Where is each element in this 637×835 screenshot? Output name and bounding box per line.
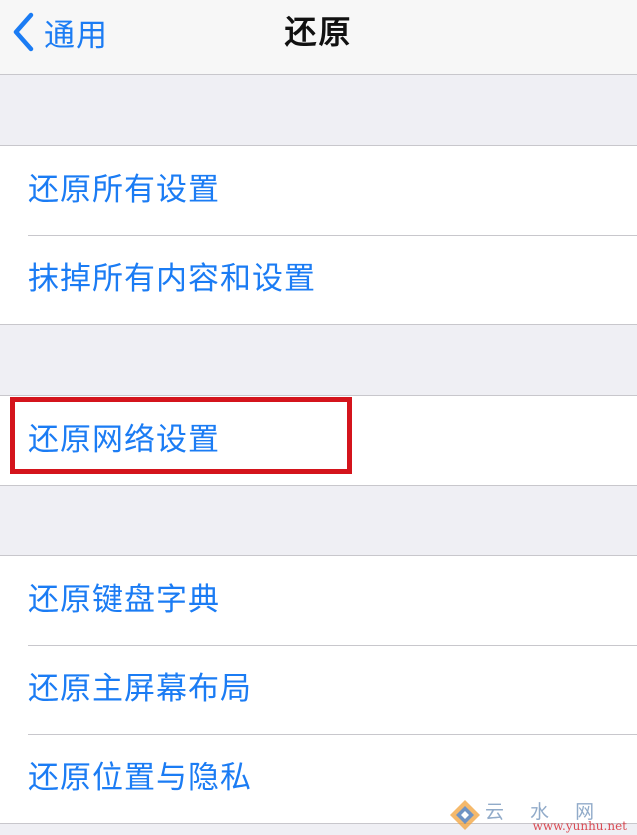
list-item-label: 还原主屏幕布局 <box>28 671 252 707</box>
list-item-label: 还原所有设置 <box>28 172 220 208</box>
list-item-reset-home-screen-layout[interactable]: 还原主屏幕布局 <box>0 645 637 734</box>
list-item-reset-all-settings[interactable]: 还原所有设置 <box>0 146 637 235</box>
reset-group-1: 还原所有设置 抹掉所有内容和设置 <box>0 145 637 325</box>
list-item-label: 还原网络设置 <box>28 422 220 458</box>
list-item-erase-all-content[interactable]: 抹掉所有内容和设置 <box>0 235 637 324</box>
list-item-label: 还原位置与隐私 <box>28 760 252 796</box>
watermark-logo-icon <box>449 799 481 835</box>
reset-group-2: 还原网络设置 <box>0 395 637 486</box>
page-title: 还原 <box>284 13 353 51</box>
watermark-url: www.yunhu.net <box>532 819 627 833</box>
watermark: 云 水 网 www.yunhu.net <box>449 795 629 835</box>
list-item-label: 还原键盘字典 <box>28 582 220 618</box>
reset-group-3: 还原键盘字典 还原主屏幕布局 还原位置与隐私 <box>0 555 637 824</box>
list-item-reset-keyboard-dictionary[interactable]: 还原键盘字典 <box>0 556 637 645</box>
list-item-reset-network-settings[interactable]: 还原网络设置 <box>0 396 637 485</box>
list-item-label: 抹掉所有内容和设置 <box>28 261 316 297</box>
navigation-bar: 通用 还原 <box>0 0 637 75</box>
